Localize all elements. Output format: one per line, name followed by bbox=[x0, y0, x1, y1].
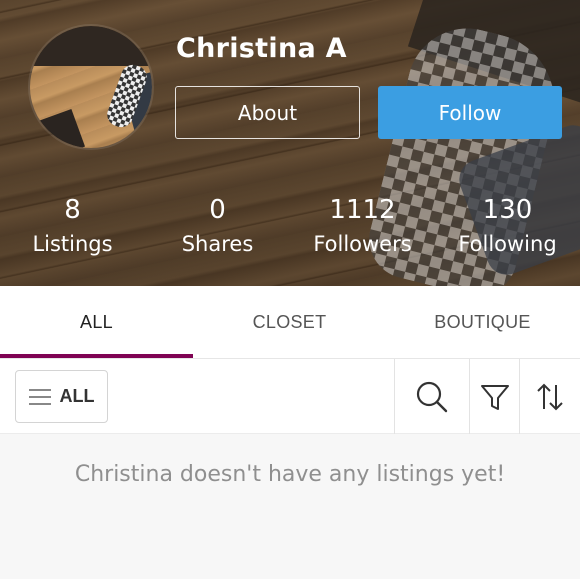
follow-button[interactable]: Follow bbox=[378, 86, 562, 139]
avatar-corner bbox=[30, 108, 86, 148]
tab-closet[interactable]: CLOSET bbox=[193, 286, 386, 359]
profile-stats: 8 Listings 0 Shares 1112 Followers 130 F… bbox=[0, 193, 580, 273]
filter-button[interactable] bbox=[470, 359, 519, 434]
tab-all[interactable]: ALL bbox=[0, 286, 193, 359]
stat-value: 1112 bbox=[329, 195, 396, 225]
about-button[interactable]: About bbox=[175, 86, 360, 139]
sort-button[interactable] bbox=[520, 359, 580, 434]
stat-label: Followers bbox=[313, 232, 412, 256]
stat-value: 8 bbox=[64, 195, 81, 225]
avatar-bg bbox=[30, 26, 152, 66]
stat-value: 130 bbox=[482, 195, 533, 225]
profile-name: Christina A bbox=[176, 33, 347, 64]
stat-label: Shares bbox=[181, 232, 254, 256]
profile-header: Christina A About Follow 8 Listings 0 Sh… bbox=[0, 0, 580, 286]
stat-value: 0 bbox=[209, 195, 226, 225]
stat-shares[interactable]: 0 Shares bbox=[145, 193, 290, 259]
active-tab-indicator bbox=[0, 354, 193, 358]
empty-state-message: Christina doesn't have any listings yet! bbox=[74, 462, 506, 487]
empty-state: Christina doesn't have any listings yet! bbox=[0, 434, 580, 579]
stat-label: Listings bbox=[32, 232, 113, 256]
category-menu-label: ALL bbox=[59, 386, 95, 406]
tab-boutique[interactable]: BOUTIQUE bbox=[386, 286, 579, 359]
stat-following[interactable]: 130 Following bbox=[435, 193, 580, 259]
filter-bar: ALL bbox=[0, 359, 580, 434]
sort-icon bbox=[537, 383, 563, 410]
avatar[interactable] bbox=[30, 26, 152, 148]
search-button[interactable] bbox=[395, 359, 469, 434]
stat-followers[interactable]: 1112 Followers bbox=[290, 193, 435, 259]
closet-tabs: ALL CLOSET BOUTIQUE bbox=[0, 286, 580, 359]
category-menu-button[interactable]: ALL bbox=[15, 370, 108, 423]
search-icon bbox=[416, 381, 448, 412]
hamburger-icon bbox=[28, 388, 51, 405]
filter-icon bbox=[480, 384, 509, 410]
stat-label: Following bbox=[458, 232, 557, 256]
stat-listings[interactable]: 8 Listings bbox=[0, 193, 145, 259]
